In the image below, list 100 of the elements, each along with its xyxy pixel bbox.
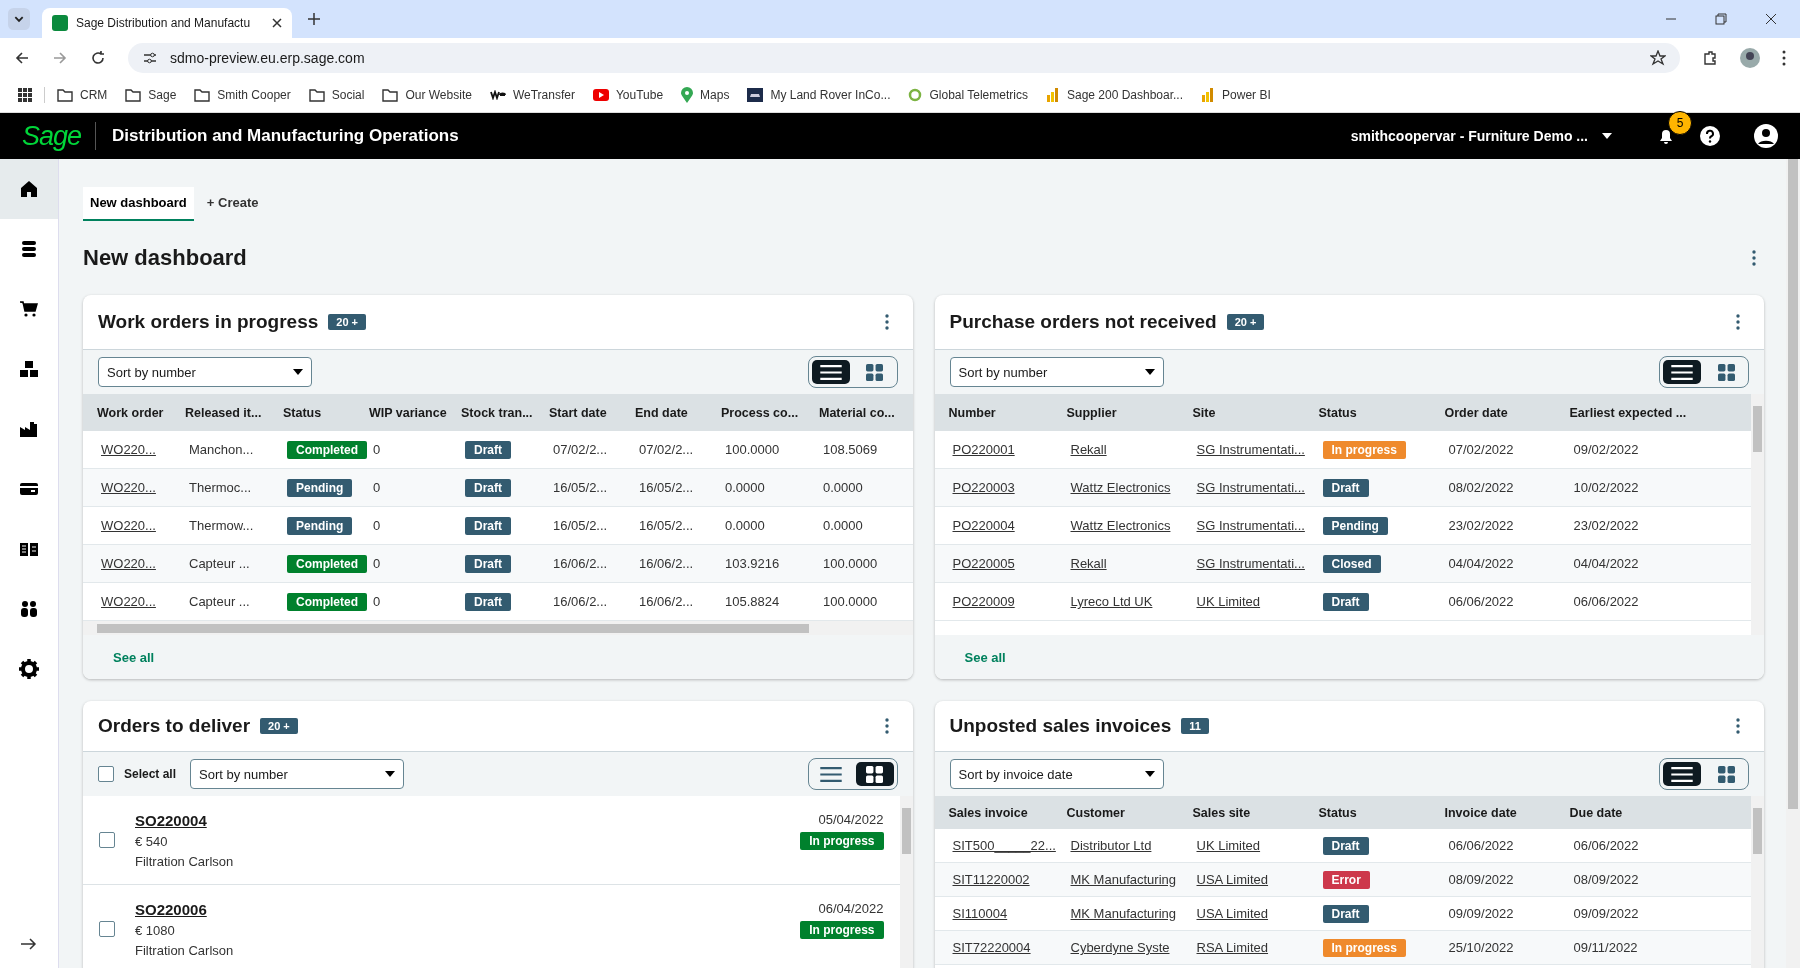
column-header[interactable]: Work order (83, 405, 171, 420)
checkbox[interactable] (98, 766, 114, 782)
table-link[interactable]: SG Instrumentati... (1196, 518, 1305, 533)
dashboard-tab[interactable]: + Create (199, 187, 266, 221)
reload-icon[interactable] (90, 50, 106, 66)
table-link[interactable]: PO220009 (952, 594, 1015, 609)
more-icon[interactable] (1736, 718, 1740, 734)
sort-dropdown[interactable]: Sort by invoice date (949, 759, 1164, 789)
table-link[interactable]: WO220... (101, 556, 156, 571)
column-header[interactable]: Status (269, 405, 355, 420)
column-header[interactable]: Sales invoice (934, 805, 1053, 820)
column-header[interactable]: Supplier (1052, 405, 1179, 420)
table-link[interactable]: SI110004 (952, 906, 1008, 921)
bookmark[interactable]: Global Telemetrics (908, 88, 1028, 102)
table-link[interactable]: Cyberdyne Syste (1070, 940, 1170, 955)
table-link[interactable]: MK Manufacturing (1070, 872, 1176, 887)
list-view-button[interactable] (1663, 762, 1701, 786)
bookmark[interactable]: Maps (681, 87, 730, 103)
bookmark[interactable]: Sage 200 Dashboar... (1045, 88, 1184, 102)
restore-icon[interactable] (1715, 13, 1727, 25)
bookmark[interactable]: My Land Rover InCo... (747, 88, 891, 102)
column-header[interactable]: Earliest expected ... (1555, 405, 1736, 420)
avatar-icon[interactable] (1754, 124, 1778, 148)
table-link[interactable]: SG Instrumentati... (1196, 480, 1305, 495)
table-link[interactable]: WO220... (101, 518, 156, 533)
column-header[interactable]: Invoice date (1430, 805, 1556, 820)
column-header[interactable]: Order date (1430, 405, 1556, 420)
table-link[interactable]: WO220... (101, 480, 156, 495)
back-icon[interactable] (14, 50, 30, 66)
table-link[interactable]: SG Instrumentati... (1196, 556, 1305, 571)
column-header[interactable]: WIP variance (355, 405, 447, 420)
more-icon[interactable] (884, 718, 889, 734)
table-link[interactable]: SIT72220004 (952, 940, 1031, 955)
site-settings-icon[interactable] (142, 50, 158, 66)
table-link[interactable]: UK Limited (1196, 594, 1261, 609)
scrollbar[interactable] (899, 796, 913, 968)
help-icon[interactable] (1700, 126, 1720, 146)
menu-icon[interactable] (1782, 50, 1786, 66)
more-icon[interactable] (1736, 314, 1740, 330)
close-icon[interactable] (1765, 13, 1777, 25)
table-link[interactable]: PO220001 (952, 442, 1015, 457)
address-bar[interactable]: sdmo-preview.eu.erp.sage.com (128, 43, 1680, 73)
table-link[interactable]: Wattz Electronics (1070, 518, 1171, 533)
column-header[interactable]: Stock tran... (447, 405, 535, 420)
apps-icon[interactable] (18, 88, 32, 102)
column-header[interactable]: Released it... (171, 405, 269, 420)
column-header[interactable]: Status (1304, 805, 1431, 820)
select-all-label[interactable]: Select all (124, 767, 177, 781)
column-header[interactable]: Site (1178, 405, 1305, 420)
table-link[interactable]: PO220005 (952, 556, 1015, 571)
scrollbar[interactable] (1751, 394, 1764, 635)
table-link[interactable]: PO220003 (952, 480, 1015, 495)
table-link[interactable]: Rekall (1070, 556, 1107, 571)
table-link[interactable]: USA Limited (1196, 906, 1269, 921)
sort-dropdown[interactable]: Sort by number (98, 357, 312, 387)
table-link[interactable]: Wattz Electronics (1070, 480, 1171, 495)
sort-dropdown[interactable]: Sort by number (190, 759, 405, 789)
tab-list-icon[interactable] (8, 8, 30, 30)
sort-dropdown[interactable]: Sort by number (949, 357, 1164, 387)
column-header[interactable]: Start date (535, 405, 621, 420)
table-link[interactable]: USA Limited (1196, 872, 1269, 887)
nav-item[interactable] (0, 159, 58, 219)
table-link[interactable]: Distributor Ltd (1070, 838, 1152, 853)
table-link[interactable]: Rekall (1070, 442, 1107, 457)
dashboard-tab[interactable]: New dashboard (83, 187, 194, 221)
table-link[interactable]: SG Instrumentati... (1196, 442, 1305, 457)
column-header[interactable]: End date (621, 405, 707, 420)
checkbox[interactable] (99, 832, 115, 848)
bookmark[interactable]: CRM (57, 88, 108, 102)
column-header[interactable]: Customer (1052, 805, 1179, 820)
table-link[interactable]: MK Manufacturing (1070, 906, 1176, 921)
table-link[interactable]: RSA Limited (1196, 940, 1269, 955)
profile-icon[interactable] (1740, 48, 1760, 68)
extensions-icon[interactable] (1702, 50, 1718, 66)
bookmark[interactable]: Social (308, 88, 365, 102)
column-header[interactable]: Process co... (707, 405, 805, 420)
table-link[interactable]: SIT500_____22... (952, 838, 1056, 853)
star-icon[interactable] (1650, 50, 1666, 66)
see-all-link[interactable]: See all (113, 649, 155, 665)
bookmark[interactable]: Our Website (382, 88, 472, 102)
more-icon[interactable] (1752, 250, 1756, 266)
scrollbar[interactable] (1786, 159, 1800, 968)
forward-icon[interactable] (52, 50, 68, 66)
scrollbar[interactable] (83, 621, 913, 635)
table-link[interactable]: Lyreco Ltd UK (1070, 594, 1153, 609)
new-tab-icon[interactable] (308, 13, 320, 25)
list-view-button[interactable] (1663, 360, 1701, 384)
list-view-button[interactable] (811, 360, 850, 384)
close-icon[interactable] (272, 18, 282, 28)
see-all-link[interactable]: See all (964, 649, 1006, 665)
column-header[interactable]: Material co... (805, 405, 899, 420)
column-header[interactable]: Sales site (1178, 805, 1305, 820)
table-link[interactable]: SIT11220002 (952, 872, 1030, 887)
bookmark[interactable]: Power BI (1201, 88, 1271, 102)
order-link[interactable]: SO220004 (135, 811, 234, 829)
column-header[interactable]: Due date (1555, 805, 1736, 820)
browser-tab[interactable]: Sage Distribution and Manufactu (42, 8, 292, 38)
grid-view-button[interactable] (855, 762, 894, 786)
table-link[interactable]: WO220... (101, 594, 156, 609)
order-link[interactable]: SO220006 (135, 900, 234, 918)
